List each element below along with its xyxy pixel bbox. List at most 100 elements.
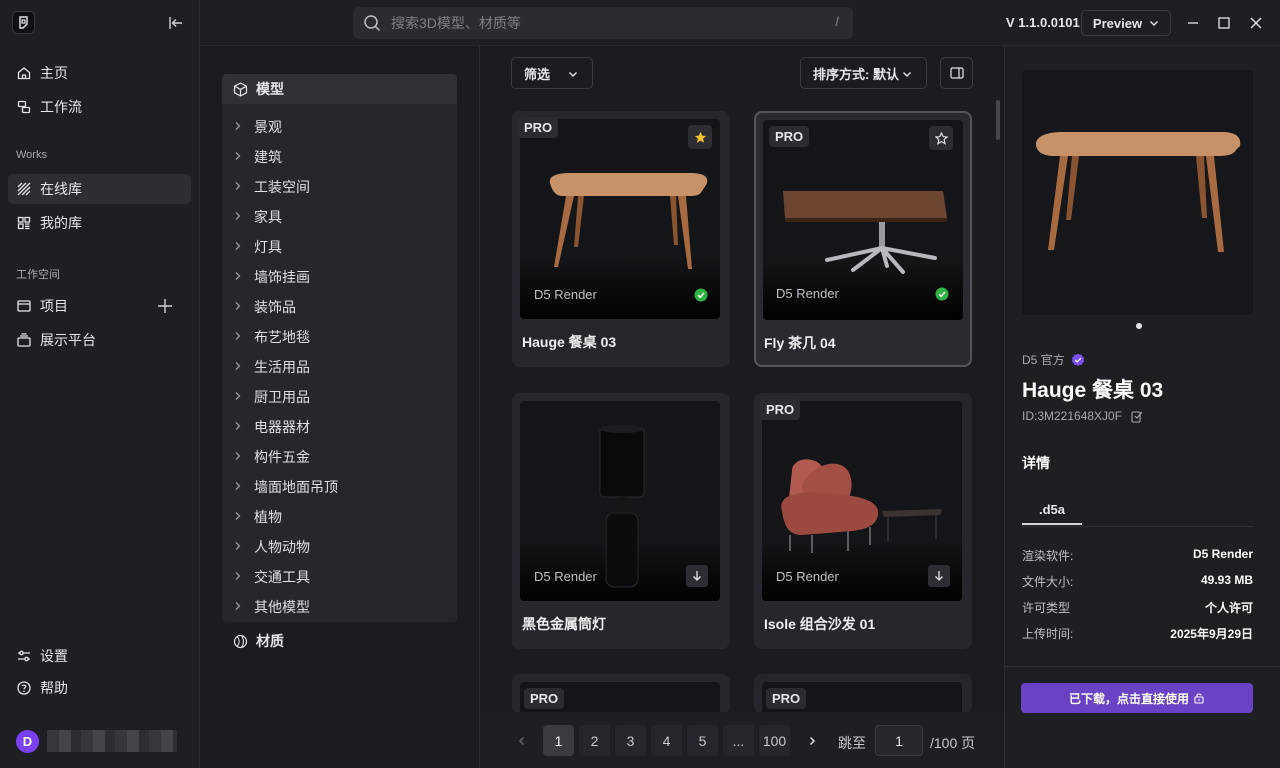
- category-item[interactable]: 灯具: [222, 232, 457, 262]
- nav-projects[interactable]: 项目: [8, 291, 191, 321]
- detail-row-upload-time: 上传时间: 2025年9月29日: [1022, 625, 1253, 642]
- category-item[interactable]: 厨卫用品: [222, 382, 457, 412]
- category-item[interactable]: 布艺地毯: [222, 322, 457, 352]
- search-input[interactable]: [391, 15, 811, 31]
- category-item[interactable]: 工装空间: [222, 172, 457, 202]
- search-shortcut-hint: /: [835, 14, 839, 29]
- section-works: Works: [16, 149, 47, 161]
- chevron-right-icon: [234, 480, 246, 494]
- model-brand: D5 Render: [776, 569, 839, 584]
- verified-badge-icon: [1071, 353, 1084, 366]
- user-profile[interactable]: D: [16, 729, 177, 753]
- category-item[interactable]: 电器器材: [222, 412, 457, 442]
- nav-my-library[interactable]: 我的库: [8, 208, 191, 238]
- sidebar-panel-icon: [949, 67, 964, 79]
- author-name: D5 官方: [1022, 353, 1065, 367]
- favorite-star-outline-icon[interactable]: [929, 126, 953, 150]
- category-item[interactable]: 生活用品: [222, 352, 457, 382]
- page-ellipsis[interactable]: ...: [723, 725, 754, 756]
- download-icon[interactable]: [686, 565, 708, 587]
- prev-page-icon[interactable]: [506, 725, 537, 756]
- pagination: 1 2 3 4 5 ... 100 跳至 /100 页: [480, 712, 1004, 768]
- my-library-icon: [16, 215, 32, 231]
- maximize-icon[interactable]: [1215, 14, 1233, 32]
- detail-key: 渲染软件:: [1022, 549, 1074, 563]
- nav-online-library-label: 在线库: [40, 181, 82, 197]
- format-tab-d5a[interactable]: .d5a: [1022, 495, 1082, 525]
- avatar[interactable]: D: [16, 729, 39, 753]
- page-button[interactable]: 2: [579, 725, 610, 756]
- favorite-star-filled-icon[interactable]: [688, 125, 712, 149]
- model-brand: D5 Render: [534, 287, 597, 302]
- category-item-label: 墙面地面吊顶: [254, 479, 338, 495]
- minimize-icon[interactable]: [1184, 14, 1202, 32]
- model-card[interactable]: PRO D5 Render Fly 茶几 04: [754, 111, 972, 367]
- category-item[interactable]: 墙面地面吊顶: [222, 472, 457, 502]
- detail-value: 2025年9月29日: [1170, 627, 1253, 641]
- page-button[interactable]: 1: [543, 725, 574, 756]
- model-card[interactable]: PRO: [512, 674, 730, 714]
- model-preview-image[interactable]: [1022, 70, 1253, 315]
- category-item[interactable]: 装饰品: [222, 292, 457, 322]
- chevron-right-icon: [234, 270, 246, 284]
- category-item[interactable]: 交通工具: [222, 562, 457, 592]
- nav-online-library[interactable]: 在线库: [8, 174, 191, 204]
- chevron-right-icon: [234, 450, 246, 464]
- category-item[interactable]: 其他模型: [222, 592, 457, 622]
- jump-page-input[interactable]: [875, 725, 923, 756]
- nav-settings[interactable]: 设置: [8, 641, 191, 671]
- toggle-detail-panel-button[interactable]: [940, 57, 973, 89]
- category-item[interactable]: 人物动物: [222, 532, 457, 562]
- category-models-header[interactable]: 模型: [222, 74, 457, 104]
- category-item-label: 墙饰挂画: [254, 269, 310, 285]
- page-button[interactable]: 100: [759, 725, 790, 756]
- use-model-button[interactable]: 已下载，点击直接使用: [1021, 683, 1253, 713]
- search-box[interactable]: /: [353, 7, 853, 39]
- chevron-right-icon: [234, 150, 246, 164]
- next-page-icon[interactable]: [796, 725, 827, 756]
- category-item[interactable]: 墙饰挂画: [222, 262, 457, 292]
- category-item-label: 厨卫用品: [254, 389, 310, 405]
- collapse-sidebar-icon[interactable]: [166, 13, 186, 33]
- nav-home[interactable]: 主页: [8, 58, 191, 88]
- download-icon[interactable]: [928, 565, 950, 587]
- category-materials-label: 材质: [256, 633, 284, 649]
- filter-dropdown[interactable]: 筛选: [511, 57, 593, 89]
- nav-showcase[interactable]: 展示平台: [8, 325, 191, 355]
- detail-key: 上传时间:: [1022, 627, 1074, 641]
- preview-dropdown[interactable]: Preview: [1081, 10, 1171, 36]
- model-card[interactable]: D5 Render 黑色金属筒灯: [512, 393, 730, 649]
- model-card[interactable]: PRO: [754, 674, 972, 714]
- copy-id-icon[interactable]: [1130, 409, 1144, 423]
- total-pages-label: /100 页: [930, 735, 976, 751]
- model-card[interactable]: PRO D5 Render Isole 组合沙发 01: [754, 393, 972, 649]
- app-logo-icon[interactable]: [12, 11, 35, 34]
- sort-dropdown[interactable]: 排序方式: 默认: [800, 57, 927, 89]
- carousel-dot[interactable]: [1136, 323, 1142, 329]
- downloaded-check-icon: [692, 286, 710, 304]
- category-item-label: 家具: [254, 209, 282, 225]
- model-card[interactable]: PRO D5 Render Hauge 餐桌 03: [512, 111, 730, 367]
- category-item[interactable]: 建筑: [222, 142, 457, 172]
- model-brand: D5 Render: [776, 286, 839, 301]
- category-panel: 模型 景观 建筑 工装空间家具灯具墙饰挂画装饰品 布艺地毯 生活用品厨卫用品电器器材 构件…: [200, 46, 480, 768]
- nav-workflow[interactable]: 工作流: [8, 92, 191, 122]
- page-button[interactable]: 5: [687, 725, 718, 756]
- pro-badge: PRO: [760, 399, 801, 420]
- add-project-icon[interactable]: [157, 298, 173, 314]
- page-button[interactable]: 3: [615, 725, 646, 756]
- nav-help[interactable]: 帮助: [8, 673, 191, 703]
- help-icon: [16, 680, 32, 696]
- chevron-right-icon: [234, 240, 246, 254]
- category-materials-header[interactable]: 材质: [222, 626, 457, 656]
- details-heading: 详情: [1022, 455, 1050, 471]
- page-button[interactable]: 4: [651, 725, 682, 756]
- category-item[interactable]: 构件五金: [222, 442, 457, 472]
- category-item[interactable]: 家具: [222, 202, 457, 232]
- grid-scrollbar[interactable]: [996, 100, 1000, 140]
- category-models-label: 模型: [256, 81, 284, 97]
- category-item[interactable]: 景观: [222, 112, 457, 142]
- close-icon[interactable]: [1247, 14, 1265, 32]
- open-in-scene-icon: [1194, 693, 1204, 704]
- category-item[interactable]: 植物: [222, 502, 457, 532]
